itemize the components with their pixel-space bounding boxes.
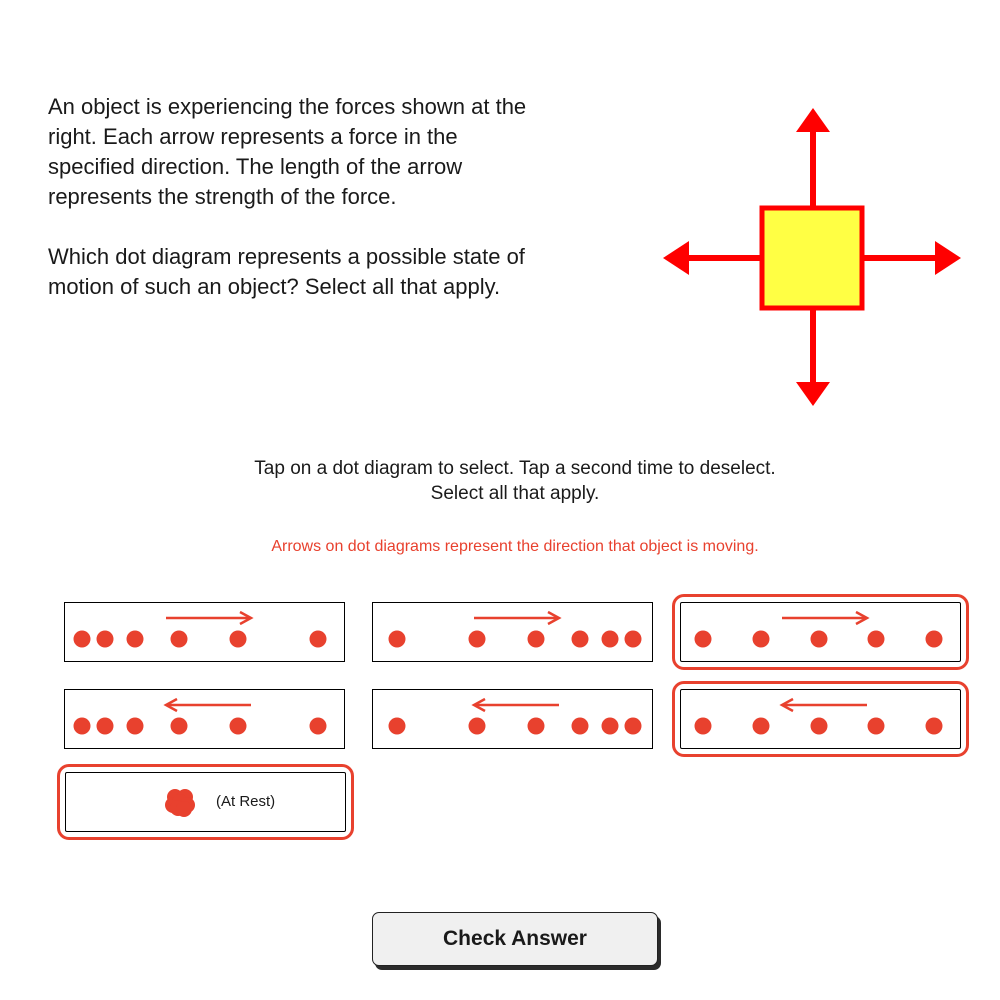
dot <box>126 717 144 735</box>
dot-diagram <box>73 697 327 735</box>
check-answer-button[interactable]: Check Answer <box>372 912 658 966</box>
dot-diagram <box>388 697 642 735</box>
dot <box>527 717 545 735</box>
instructions-line-1: Tap on a dot diagram to select. Tap a se… <box>254 458 776 479</box>
dot-diagram-option-5[interactable] <box>372 689 653 749</box>
force-diagram <box>663 108 961 406</box>
dot <box>177 789 193 805</box>
dot <box>73 717 91 735</box>
dot <box>96 717 114 735</box>
dot <box>694 630 712 648</box>
dot <box>229 630 247 648</box>
dot <box>867 717 885 735</box>
dot <box>925 630 943 648</box>
dot <box>810 630 828 648</box>
dot <box>176 801 192 817</box>
object-box <box>759 205 865 311</box>
dot-diagram-option-6[interactable] <box>672 681 969 757</box>
dot <box>867 630 885 648</box>
dot <box>752 717 770 735</box>
dot-diagram <box>388 610 642 648</box>
dot <box>624 717 642 735</box>
dot <box>694 717 712 735</box>
dot <box>165 797 181 813</box>
dot-diagram-option-2[interactable] <box>372 602 653 662</box>
dot-diagram <box>165 789 195 817</box>
dot-diagram <box>694 610 943 648</box>
dot-diagram-option-3[interactable] <box>672 594 969 670</box>
dot <box>309 630 327 648</box>
dot <box>624 630 642 648</box>
at-rest-label: (At Rest) <box>216 793 276 810</box>
dot <box>601 630 619 648</box>
question-text: An object is experiencing the forces sho… <box>48 92 638 332</box>
dot-diagram <box>694 697 943 735</box>
question-paragraph-1: An object is experiencing the forces sho… <box>48 94 527 209</box>
dot <box>309 717 327 735</box>
dot <box>96 630 114 648</box>
instructions: Tap on a dot diagram to select. Tap a se… <box>0 456 1000 506</box>
force-arrowhead-right <box>935 241 961 275</box>
instructions-line-2: Select all that apply. <box>430 483 600 504</box>
force-arrowhead-left <box>663 241 689 275</box>
dot <box>527 630 545 648</box>
dot <box>167 789 183 805</box>
dot <box>170 800 186 816</box>
dot-diagram <box>73 610 327 648</box>
dot-diagram-option-at-rest[interactable]: (At Rest) <box>57 764 354 840</box>
dot <box>388 717 406 735</box>
dot <box>170 630 188 648</box>
dot-diagram-option-1[interactable] <box>64 602 345 662</box>
motion-arrowhead <box>855 610 870 626</box>
dot <box>388 630 406 648</box>
dot <box>126 630 144 648</box>
dot <box>810 717 828 735</box>
dot <box>752 630 770 648</box>
direction-note: Arrows on dot diagrams represent the dir… <box>271 538 759 555</box>
dot <box>468 717 486 735</box>
dot <box>229 717 247 735</box>
force-arrowhead-up <box>796 108 830 132</box>
force-arrowhead-down <box>796 382 830 406</box>
dot <box>925 717 943 735</box>
dot <box>468 630 486 648</box>
dot-diagram-option-4[interactable] <box>64 689 345 749</box>
dot <box>73 630 91 648</box>
question-paragraph-2: Which dot diagram represents a possible … <box>48 244 525 299</box>
dot <box>170 717 188 735</box>
dot <box>571 630 589 648</box>
dot <box>571 717 589 735</box>
dot <box>601 717 619 735</box>
dot <box>172 794 188 810</box>
motion-arrowhead <box>779 697 794 713</box>
dot <box>179 797 195 813</box>
